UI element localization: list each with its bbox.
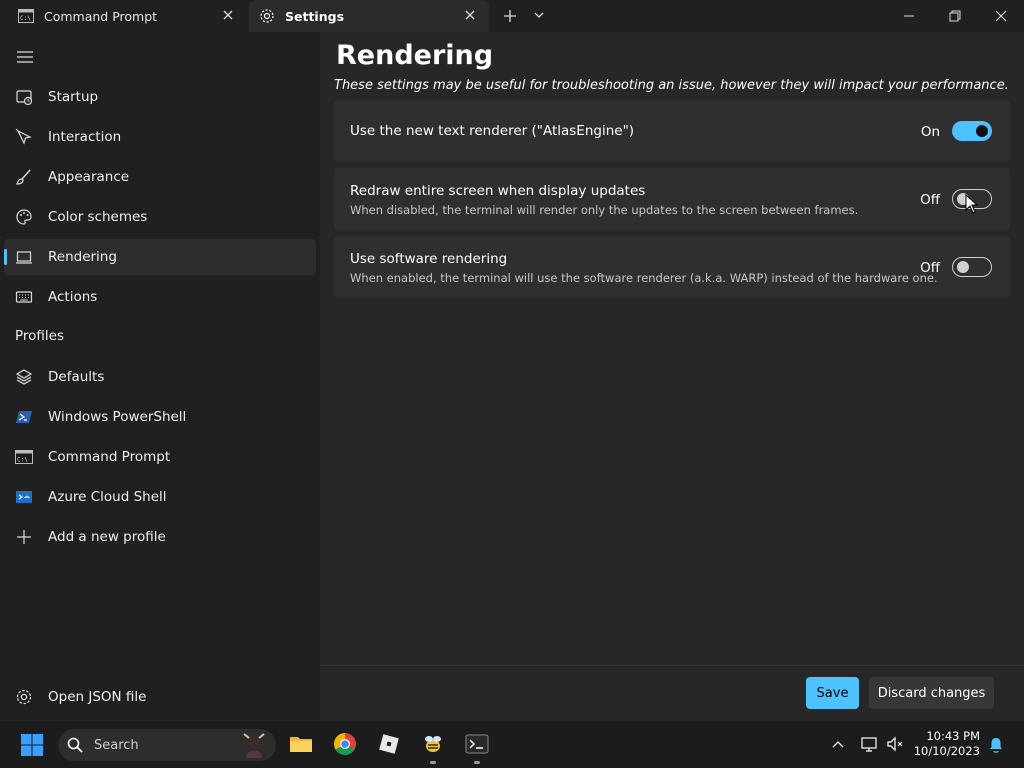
brush-icon [15,168,33,186]
gear-icon [259,8,275,24]
svg-text:C:\: C:\ [20,15,31,22]
chrome-icon[interactable] [332,731,358,757]
page-title: Rendering [336,40,494,71]
setting-card-software-rendering: Use software rendering When enabled, the… [334,236,1010,298]
clock-time: 10:43 PM [926,729,980,743]
footer-divider [320,665,1024,666]
sidebar-item-label: Windows PowerShell [48,409,187,425]
search-placeholder: Search [94,737,139,753]
new-tab-icon[interactable] [500,6,520,26]
close-icon[interactable] [221,8,235,22]
open-json-label: Open JSON file [48,689,147,705]
sidebar-item-color-schemes[interactable]: Color schemes [4,199,316,235]
sidebar-item-command-prompt[interactable]: C:\ Command Prompt [4,439,316,475]
sidebar-item-label: Defaults [48,369,105,385]
sidebar-item-label: Rendering [48,249,117,265]
sidebar-item-label: Interaction [48,129,122,145]
chevron-up-icon[interactable] [830,736,846,752]
toggle-state-label: Off [920,260,940,276]
tab-label: Settings [285,8,345,24]
setting-description: When disabled, the terminal will render … [350,203,859,217]
sidebar-item-appearance[interactable]: Appearance [4,159,316,195]
cmd-icon: C:\ [18,9,34,23]
sidebar-item-interaction[interactable]: Interaction [4,119,316,155]
system-clock[interactable]: 10:43 PM 10/10/2023 [914,729,980,759]
plus-icon [15,528,33,546]
layers-icon [15,368,33,386]
sidebar-item-startup[interactable]: Startup [4,79,316,115]
hamburger-menu-icon[interactable] [16,49,34,63]
palette-icon [15,208,33,226]
close-icon[interactable] [463,8,477,22]
search-highlight-icon [240,732,268,758]
tab-command-prompt[interactable]: C:\ Command Prompt [0,0,247,32]
sidebar: Startup Interaction Appearance Color sch… [0,32,320,720]
setting-card-atlas-engine: Use the new text renderer ("AtlasEngine"… [334,100,1010,162]
sidebar-item-label: Startup [48,89,99,105]
mouse-cursor-icon [965,193,979,214]
interaction-icon [15,128,33,146]
bee-app-icon[interactable] [420,731,446,757]
taskbar-search[interactable]: Search [58,729,276,761]
clock-date: 10/10/2023 [913,744,980,758]
sidebar-item-defaults[interactable]: Defaults [4,359,316,395]
setting-title: Use the new text renderer ("AtlasEngine"… [350,123,635,139]
file-explorer-icon[interactable] [288,731,314,757]
svg-text:C:\: C:\ [17,457,28,464]
taskbar: Search 10:43 PM 10/10/2023 [0,720,1024,768]
toggle-knob [976,125,988,137]
speaker-muted-icon[interactable] [886,735,904,753]
tab-label: Command Prompt [44,8,158,24]
toggle-knob [957,261,969,273]
monitor-icon [15,248,33,266]
powershell-icon [15,408,33,426]
main-content: Rendering These settings may be useful f… [320,32,1024,720]
sidebar-item-label: Add a new profile [48,529,166,545]
gear-icon [15,688,33,706]
discard-changes-button[interactable]: Discard changes [869,677,994,709]
sidebar-item-azure-cloud-shell[interactable]: Azure Cloud Shell [4,479,316,515]
software-rendering-toggle[interactable] [952,257,992,277]
running-indicator [430,761,436,764]
sidebar-item-label: Color schemes [48,209,148,225]
search-icon [66,736,84,754]
restore-button[interactable] [932,0,978,32]
minimize-button[interactable] [886,0,932,32]
toggle-state-label: Off [920,192,940,208]
sidebar-item-actions[interactable]: Actions [4,279,316,315]
profiles-heading: Profiles [15,328,65,344]
open-json-file-button[interactable]: Open JSON file [4,679,316,715]
sidebar-item-label: Command Prompt [48,449,171,465]
sidebar-item-label: Appearance [48,169,130,185]
atlas-engine-toggle[interactable] [952,121,992,141]
sidebar-item-label: Azure Cloud Shell [48,489,167,505]
cmd-icon: C:\ [15,448,33,466]
close-window-button[interactable] [978,0,1024,32]
keyboard-icon [15,288,33,306]
sidebar-item-rendering[interactable]: Rendering [4,239,316,275]
roblox-icon[interactable] [376,731,402,757]
startup-icon [15,88,33,106]
network-icon[interactable] [860,735,878,753]
setting-title: Use software rendering [350,251,508,267]
save-button[interactable]: Save [806,677,859,709]
tab-settings[interactable]: Settings [249,0,489,32]
azure-icon [15,488,33,506]
windows-start-icon[interactable] [20,733,44,757]
sidebar-item-label: Actions [48,289,98,305]
setting-title: Redraw entire screen when display update… [350,183,646,199]
page-subtitle: These settings may be useful for trouble… [334,78,1009,93]
sidebar-item-windows-powershell[interactable]: Windows PowerShell [4,399,316,435]
setting-card-redraw-screen: Redraw entire screen when display update… [334,168,1010,230]
terminal-icon[interactable] [464,731,490,757]
title-bar: C:\ Command Prompt Settings [0,0,1024,32]
notification-bell-icon[interactable] [987,736,1005,754]
chevron-down-icon[interactable] [531,7,547,23]
sidebar-item-add-profile[interactable]: Add a new profile [4,519,316,555]
setting-description: When enabled, the terminal will use the … [350,271,938,285]
running-indicator [474,761,480,764]
toggle-state-label: On [920,124,940,140]
